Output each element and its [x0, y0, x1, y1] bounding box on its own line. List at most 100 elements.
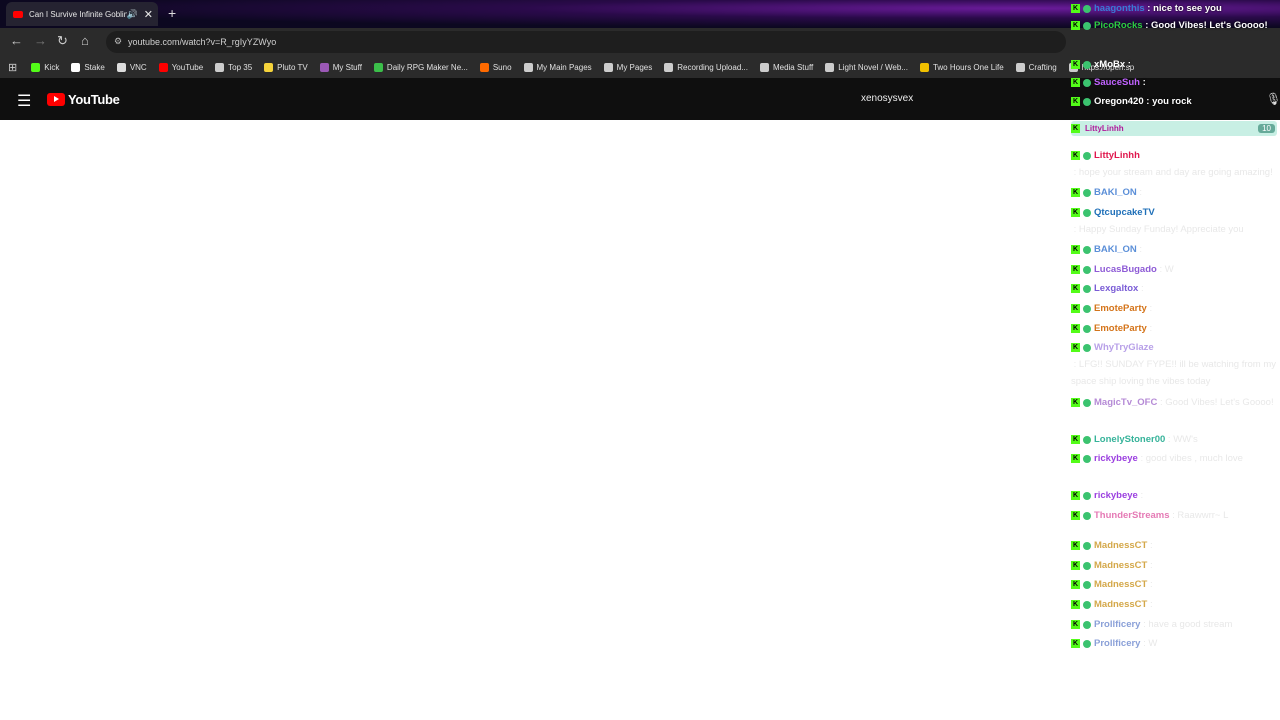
chat-username[interactable]: Lexgaltox	[1094, 280, 1138, 297]
chat-message: K QtcupcakeTV : Happy Sunday Funday! Appr…	[1071, 204, 1277, 238]
chat-username[interactable]: Oregon420	[1094, 93, 1144, 110]
verified-badge-icon	[1083, 21, 1091, 30]
home-icon[interactable]: ⌂	[81, 33, 89, 48]
bookmark-icon	[603, 62, 613, 72]
chat-text: :	[1146, 303, 1153, 314]
verified-badge-icon	[1083, 398, 1091, 407]
chat-text: :	[1139, 77, 1146, 88]
bookmark-item[interactable]: My Main Pages	[523, 62, 592, 72]
back-icon[interactable]: ←	[10, 33, 23, 48]
verified-badge-icon	[1083, 245, 1091, 254]
bookmark-icon	[215, 62, 225, 72]
chat-username[interactable]: SauceSuh	[1094, 74, 1140, 91]
search-input[interactable]: xenosysvex	[861, 93, 913, 104]
chat-text: : hope your stream and day are going ama…	[1071, 167, 1273, 178]
speaker-icon[interactable]: 🔊	[127, 9, 138, 20]
chat-text: : WW's	[1165, 434, 1198, 445]
browser-tab[interactable]: Can I Survive Infinite Goblin 🔊 ✕	[6, 2, 158, 26]
chat-text: : LFG!! SUNDAY FYPE!! ill be watching fr…	[1071, 359, 1277, 387]
chat-message: K MadnessCT :	[1071, 557, 1277, 574]
bookmark-item[interactable]: YouTube	[158, 62, 203, 72]
bookmark-item[interactable]: My Pages	[603, 62, 652, 72]
bookmark-icon	[31, 62, 41, 72]
chat-username[interactable]: xMoBx	[1094, 56, 1125, 73]
kick-badge-icon: K	[1071, 60, 1080, 69]
bookmark-item[interactable]: Top 35	[215, 62, 253, 72]
kick-badge-icon: K	[1071, 491, 1080, 500]
bookmark-item[interactable]: Recording Upload...	[664, 62, 748, 72]
bookmark-icon	[664, 62, 674, 72]
bookmark-item[interactable]: Pluto TV	[264, 62, 308, 72]
verified-badge-icon	[1083, 435, 1091, 444]
site-info-icon[interactable]: ⚙	[114, 36, 122, 47]
chat-username[interactable]: haagonthis	[1094, 0, 1145, 17]
bookmark-item[interactable]: VNC	[116, 62, 147, 72]
youtube-logo[interactable]: YouTube	[47, 92, 120, 107]
kick-badge-icon: K	[1071, 600, 1080, 609]
reload-icon[interactable]: ↻	[57, 33, 68, 49]
viewer-count: 10	[1258, 124, 1275, 133]
chat-username[interactable]: BAKI_ON	[1094, 184, 1137, 201]
chat-message: K LucasBugado : W	[1071, 261, 1277, 278]
bookmark-item[interactable]: Media Stuff	[759, 62, 813, 72]
chat-username[interactable]: rickybeye	[1094, 487, 1138, 504]
chat-username[interactable]: MadnessCT	[1094, 596, 1147, 613]
close-tab-icon[interactable]: ✕	[144, 8, 153, 21]
youtube-play-icon	[47, 93, 65, 106]
verified-badge-icon	[1083, 454, 1091, 463]
chat-username[interactable]: EmoteParty	[1094, 300, 1147, 317]
chat-message: Khaagonthis : nice to see you	[1071, 0, 1277, 17]
address-bar[interactable]: ⚙ youtube.com/watch?v=R_rgIyYZWyo	[106, 31, 1066, 53]
bookmark-item[interactable]: Suno	[479, 62, 512, 72]
chat-username[interactable]: MagicTv_OFC	[1094, 394, 1157, 411]
bookmark-item[interactable]: Stake	[71, 62, 105, 72]
bookmark-item[interactable]: Kick	[31, 62, 59, 72]
chat-username[interactable]: LittyLinhh	[1094, 147, 1140, 164]
chat-text: : Good Vibes! Let's Goooo!	[1142, 20, 1268, 31]
bookmark-item[interactable]: Crafting	[1015, 62, 1057, 72]
kick-badge-icon: K	[1071, 561, 1080, 570]
kick-badge-icon: K	[1071, 265, 1080, 274]
new-tab-button[interactable]: +	[168, 5, 176, 21]
kick-badge-icon: K	[1071, 124, 1080, 133]
kick-badge-icon: K	[1071, 78, 1080, 87]
bookmark-label: Top 35	[228, 62, 253, 72]
forward-icon[interactable]: →	[34, 33, 47, 48]
kick-badge-icon: K	[1071, 511, 1080, 520]
chat-message: K BAKI_ON :	[1071, 184, 1277, 201]
kick-badge-icon: K	[1071, 435, 1080, 444]
menu-icon[interactable]: ☰	[17, 91, 31, 111]
chat-username[interactable]: PicoRocks	[1094, 17, 1143, 34]
bookmark-item[interactable]: Daily RPG Maker Ne...	[373, 62, 468, 72]
kick-badge-icon: K	[1071, 541, 1080, 550]
kick-badge-icon: K	[1071, 324, 1080, 333]
bookmark-item[interactable]: My Stuff	[319, 62, 362, 72]
chat-username[interactable]: Prollficery	[1094, 635, 1140, 652]
chat-username[interactable]: QtcupcakeTV	[1094, 204, 1155, 221]
chat-username[interactable]: WhyTryGlaze	[1094, 339, 1154, 356]
apps-icon[interactable]: ⊞	[8, 61, 17, 74]
chat-username[interactable]: LucasBugado	[1094, 261, 1157, 278]
chat-username[interactable]: ThunderStreams	[1094, 507, 1170, 524]
chat-username[interactable]: Prollficery	[1094, 616, 1140, 633]
chat-text: : Good Vibes! Let's Goooo!	[1157, 397, 1274, 408]
bookmark-item[interactable]: Two Hours One Life	[919, 62, 1004, 72]
chat-message: K Prollficery : W	[1071, 635, 1277, 652]
chat-username[interactable]: MadnessCT	[1094, 576, 1147, 593]
chat-username[interactable]: rickybeye	[1094, 450, 1138, 467]
bookmark-label: Daily RPG Maker Ne...	[386, 62, 468, 72]
chat-text: :	[1147, 579, 1153, 590]
verified-badge-icon	[1083, 324, 1091, 333]
chat-username[interactable]: BAKI_ON	[1094, 241, 1137, 258]
youtube-logo-text: YouTube	[68, 92, 120, 107]
pinned-user: LittyLinhh	[1085, 124, 1124, 133]
chat-text: : Raawwrr~ L	[1169, 510, 1229, 521]
chat-username[interactable]: MadnessCT	[1094, 557, 1147, 574]
chat-username[interactable]: LonelyStoner00	[1094, 431, 1165, 448]
chat-username[interactable]: MadnessCT	[1094, 537, 1147, 554]
chat-username[interactable]: EmoteParty	[1094, 320, 1147, 337]
bookmark-label: Recording Upload...	[677, 62, 748, 72]
youtube-icon	[13, 10, 23, 18]
verified-badge-icon	[1083, 78, 1091, 87]
bookmark-item[interactable]: Light Novel / Web...	[825, 62, 908, 72]
